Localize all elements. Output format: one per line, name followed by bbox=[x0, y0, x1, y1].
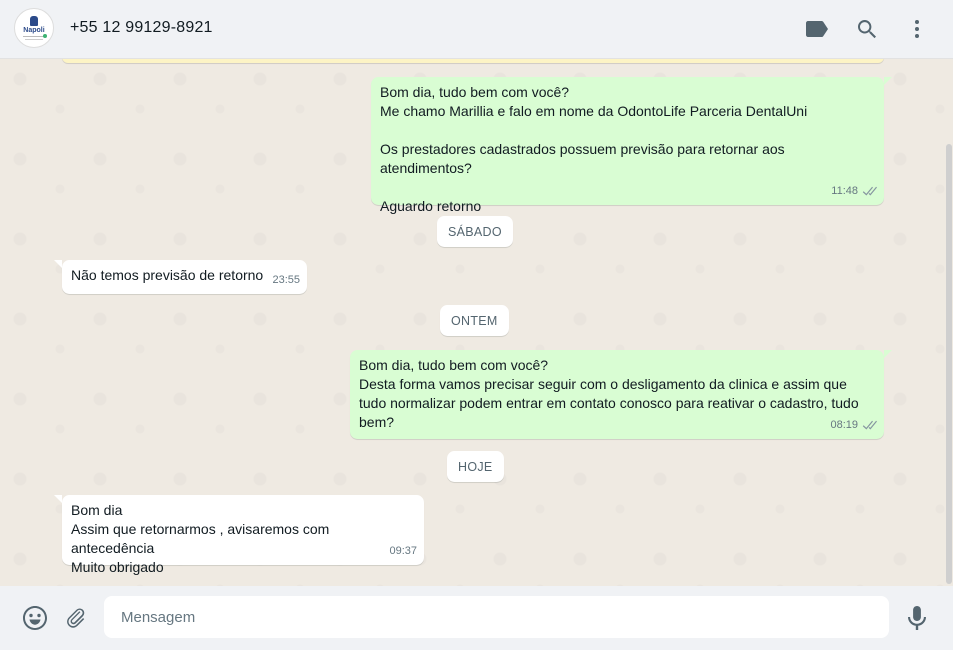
message-meta: 09:37 bbox=[389, 542, 417, 561]
avatar-logo-line bbox=[25, 39, 43, 40]
scrollbar[interactable] bbox=[945, 59, 953, 586]
bubble-tail bbox=[884, 350, 892, 358]
message-time: 11:48 bbox=[831, 185, 858, 197]
message-text: Bom dia Assim que retornarmos , avisarem… bbox=[71, 502, 330, 575]
read-ticks-icon bbox=[862, 186, 877, 196]
avatar-logo-line bbox=[23, 36, 45, 37]
emoji-icon[interactable] bbox=[22, 605, 48, 631]
message-meta: 08:19 bbox=[830, 416, 877, 435]
label-icon[interactable] bbox=[805, 17, 829, 41]
bubble-tail bbox=[54, 260, 62, 268]
menu-icon[interactable] bbox=[905, 17, 929, 41]
conversation-panel[interactable]: Bom dia, tudo bem com você? Me chamo Mar… bbox=[0, 59, 953, 586]
mic-icon[interactable] bbox=[904, 605, 930, 631]
chat-header: Napoli +55 12 99129-8921 bbox=[0, 0, 953, 59]
message-time: 08:19 bbox=[830, 419, 858, 431]
date-divider: SÁBADO bbox=[437, 216, 513, 247]
bubble-tail bbox=[54, 495, 62, 503]
message-time: 09:37 bbox=[389, 545, 417, 557]
message-meta: 11:48 bbox=[831, 182, 877, 201]
message-incoming[interactable]: Bom dia Assim que retornarmos , avisarem… bbox=[62, 495, 424, 575]
message-time: 23:55 bbox=[272, 274, 300, 286]
avatar-logo-text: Napoli bbox=[23, 27, 45, 34]
message-text: Bom dia, tudo bem com você? Desta forma … bbox=[359, 357, 859, 430]
contact-name[interactable]: +55 12 99129-8921 bbox=[70, 19, 213, 37]
bubble-tail bbox=[884, 77, 892, 85]
contact-avatar[interactable]: Napoli bbox=[14, 8, 54, 48]
message-meta: 23:55 bbox=[272, 271, 300, 290]
attach-icon[interactable] bbox=[63, 605, 89, 631]
message-input[interactable] bbox=[104, 596, 889, 638]
search-icon[interactable] bbox=[855, 17, 879, 41]
avatar-logo-mark bbox=[30, 16, 38, 26]
message-outgoing[interactable]: Bom dia, tudo bem com você? Desta forma … bbox=[350, 350, 884, 439]
message-text: Bom dia, tudo bem com você? Me chamo Mar… bbox=[380, 84, 808, 214]
scrollbar-thumb[interactable] bbox=[946, 144, 952, 584]
compose-bar bbox=[0, 586, 953, 650]
avatar-logo-dot bbox=[43, 34, 47, 38]
previous-message-edge bbox=[62, 59, 884, 63]
date-divider: ONTEM bbox=[440, 305, 509, 336]
message-outgoing[interactable]: Bom dia, tudo bem com você? Me chamo Mar… bbox=[371, 77, 884, 214]
message-text: Não temos previsão de retorno bbox=[71, 267, 264, 283]
message-incoming[interactable]: Não temos previsão de retorno 23:55 bbox=[62, 260, 307, 294]
read-ticks-icon bbox=[862, 420, 877, 430]
date-divider: HOJE bbox=[447, 451, 504, 482]
